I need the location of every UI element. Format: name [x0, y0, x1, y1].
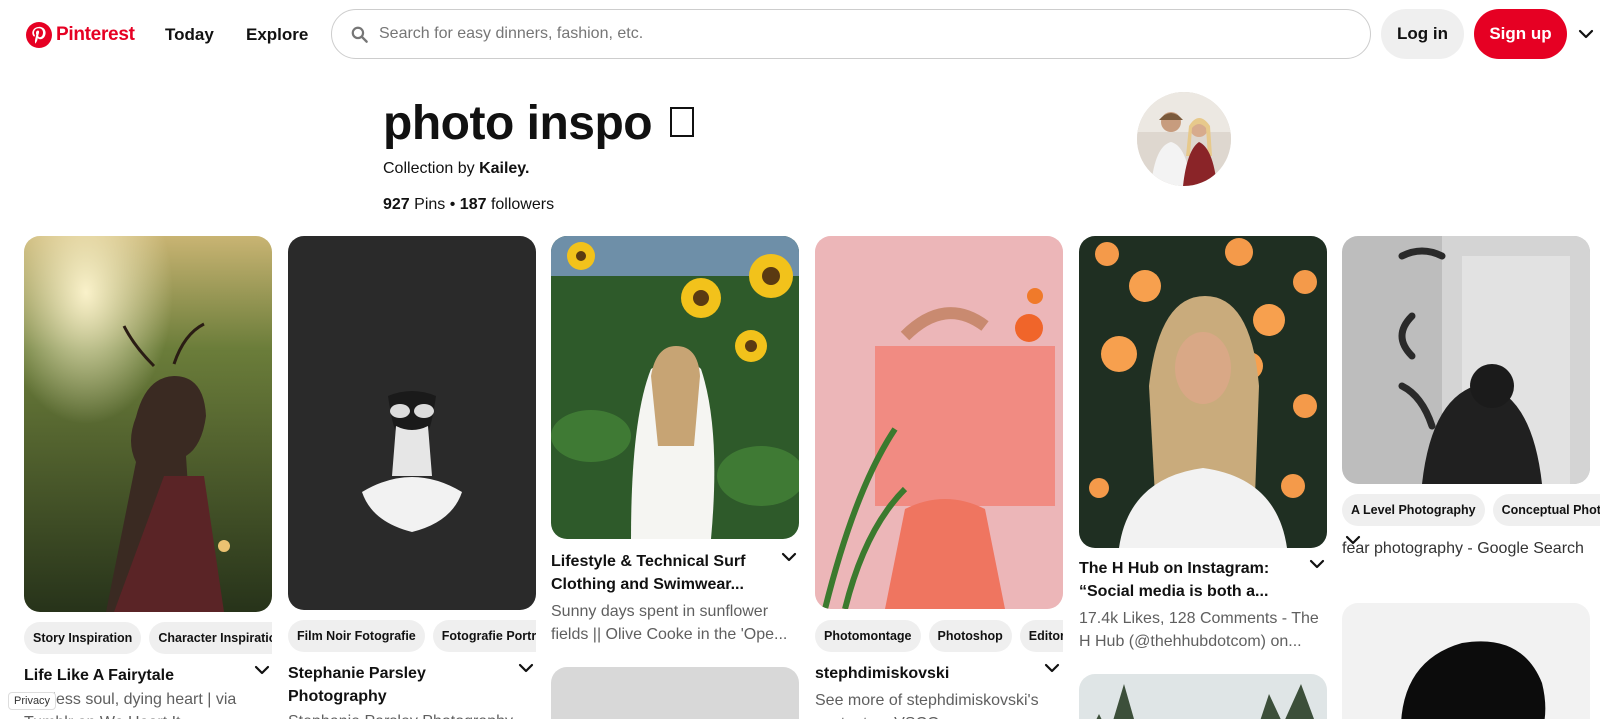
chevron-down-icon[interactable] — [1309, 556, 1325, 572]
pin-image[interactable] — [551, 667, 799, 719]
pin-image[interactable] — [551, 236, 799, 539]
floral-portrait-image — [1079, 236, 1327, 548]
tag-chip[interactable]: Editorial — [1019, 620, 1063, 652]
pin-image[interactable] — [815, 236, 1063, 609]
avatar-photo — [1137, 92, 1231, 186]
chevron-down-icon[interactable] — [518, 660, 534, 676]
tag-chip[interactable]: A Level Photography — [1342, 494, 1485, 526]
pin-description[interactable]: Endless soul, dying heart | via Tumblr o… — [24, 688, 272, 719]
signup-button[interactable]: Sign up — [1474, 9, 1567, 59]
tag-chip[interactable]: Photomontage — [815, 620, 921, 652]
pin-description[interactable]: Sunny days spent in sunflower fields || … — [551, 600, 799, 646]
pin-image[interactable] — [1079, 674, 1327, 719]
fear-photography-image — [1342, 236, 1590, 484]
chevron-down-icon[interactable] — [781, 549, 797, 565]
pin-title[interactable]: Life Like A Fairytale — [24, 664, 244, 687]
nav-today[interactable]: Today — [165, 25, 214, 45]
forest-portrait-image — [24, 236, 272, 612]
pin-image[interactable] — [1342, 603, 1590, 719]
followers-count[interactable]: 187 — [460, 196, 487, 213]
pin-description[interactable]: Stephanie Parsley Photography — [288, 710, 536, 719]
privacy-link[interactable]: Privacy — [8, 692, 57, 710]
logo-text: Pinterest — [56, 24, 135, 45]
pinterest-logo[interactable]: Pinterest — [26, 22, 135, 48]
grey-photo-image — [551, 667, 799, 719]
tag-chip[interactable]: Character Inspiration — [149, 622, 272, 654]
followers-label[interactable]: followers — [491, 196, 554, 213]
noir-portrait-image — [288, 236, 536, 610]
collection-prefix: Collection by — [383, 160, 475, 177]
pin-description[interactable]: fear photography - Google Search — [1342, 537, 1590, 560]
board-owner[interactable]: Kailey. — [479, 160, 529, 177]
silhouette-image — [1342, 603, 1590, 719]
nav-explore[interactable]: Explore — [246, 25, 308, 45]
chevron-down-icon[interactable] — [254, 662, 270, 678]
pink-portrait-image — [815, 236, 1063, 609]
board-title-text: photo inspo — [383, 97, 653, 150]
pin-image[interactable] — [24, 236, 272, 612]
search-icon — [351, 26, 368, 43]
pin-image[interactable] — [1342, 236, 1590, 484]
search-bar[interactable] — [331, 9, 1371, 59]
landscape-image — [1079, 674, 1327, 719]
tag-chip[interactable]: Photoshop — [928, 620, 1012, 652]
pin-image[interactable] — [288, 236, 536, 610]
pin-description[interactable]: 17.4k Likes, 128 Comments - The H Hub (@… — [1079, 607, 1327, 653]
login-button[interactable]: Log in — [1381, 9, 1464, 59]
stats-separator: • — [449, 196, 456, 213]
sunflower-field-image — [551, 236, 799, 539]
search-input[interactable] — [379, 25, 1339, 43]
tag-chip[interactable]: Story Inspiration — [24, 622, 142, 654]
collection-by: Collection by Kailey. — [383, 160, 529, 178]
pin-image[interactable] — [1079, 236, 1327, 548]
pin-title[interactable]: The H Hub on Instagram: “Social media is… — [1079, 557, 1299, 603]
pin-tags: Photomontage Photoshop Editorial — [815, 620, 1063, 652]
header: Pinterest Today Explore Log in Sign up — [0, 0, 1600, 70]
pin-title[interactable]: Lifestyle & Technical Surf Clothing and … — [551, 550, 771, 596]
pin-title[interactable]: stephdimiskovski — [815, 662, 1035, 685]
chevron-down-icon[interactable] — [1578, 26, 1594, 42]
pin-description[interactable]: See more of stephdimiskovski's content o… — [815, 689, 1063, 719]
pin-title[interactable]: Stephanie Parsley Photography — [288, 662, 508, 708]
pins-count: 927 — [383, 196, 410, 213]
missing-glyph-icon — [670, 107, 695, 138]
tag-chip[interactable]: Fotografie Portrait — [432, 620, 536, 652]
tag-chip[interactable]: Film Noir Fotografie — [288, 620, 425, 652]
board-stats: 927 Pins • 187 followers — [383, 196, 554, 214]
owner-avatar[interactable] — [1137, 92, 1231, 186]
pin-tags: Story Inspiration Character Inspiration — [24, 622, 272, 654]
tag-chip[interactable]: Conceptual Photography — [1492, 494, 1600, 526]
chevron-down-icon[interactable] — [1044, 660, 1060, 676]
pins-label: Pins — [414, 196, 446, 213]
pin-tags: A Level Photography Conceptual Photograp… — [1342, 494, 1600, 526]
pinterest-icon — [26, 22, 52, 48]
board-title: photo inspo — [383, 96, 695, 151]
pin-tags: Film Noir Fotografie Fotografie Portrait — [288, 620, 536, 652]
